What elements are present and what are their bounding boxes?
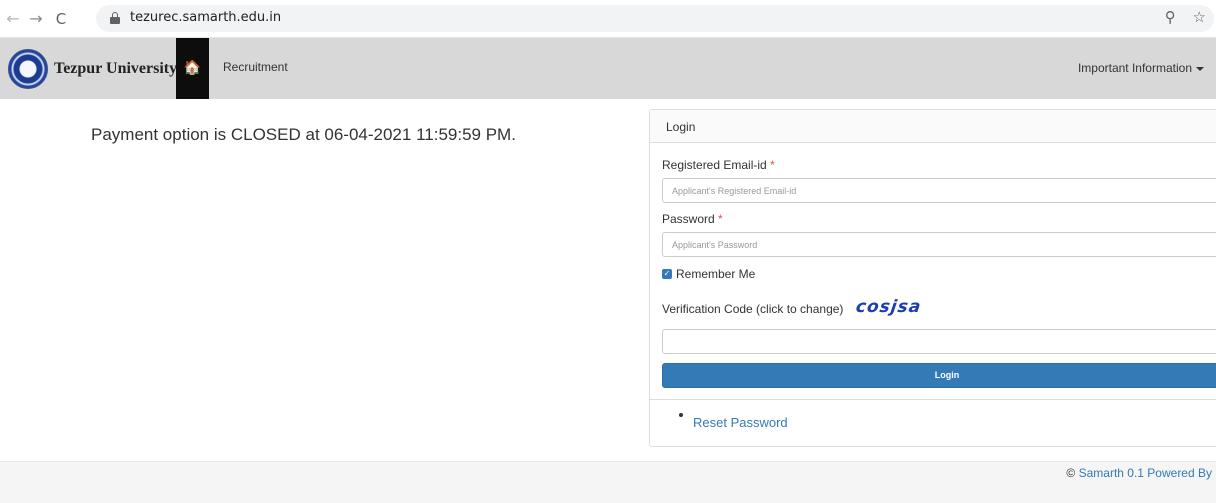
dropdown-label: Important Information <box>1077 61 1192 75</box>
zoom-icon[interactable]: ⚲ <box>1165 8 1176 26</box>
remember-me-label[interactable]: Remember Me <box>676 267 755 281</box>
email-label: Registered Email-id * <box>662 158 775 172</box>
caret-down-icon <box>1196 66 1204 71</box>
panel-title: Login <box>666 120 696 134</box>
reload-icon[interactable]: C <box>52 9 70 29</box>
divider <box>650 399 1216 400</box>
verification-code-field[interactable] <box>662 329 1216 354</box>
footer-credit[interactable]: © Samarth 0.1 Powered By <box>1066 466 1212 480</box>
forward-arrow-icon[interactable]: → <box>27 9 45 29</box>
university-logo <box>8 49 48 89</box>
address-bar[interactable]: tezurec.samarth.edu.in ⚲ ☆ <box>96 5 1214 32</box>
brand-name[interactable]: Tezpur University <box>54 60 177 78</box>
browser-toolbar: ← → C tezurec.samarth.edu.in ⚲ ☆ <box>0 0 1216 38</box>
url-text[interactable]: tezurec.samarth.edu.in <box>130 10 281 25</box>
back-arrow-icon[interactable]: ← <box>4 9 22 29</box>
password-field[interactable] <box>662 232 1216 257</box>
password-label: Password * <box>662 212 723 226</box>
verification-label: Verification Code (click to change) <box>662 302 844 316</box>
required-mark: * <box>718 212 723 226</box>
brand[interactable]: Tezpur University <box>8 47 177 91</box>
copyright-symbol: © <box>1066 466 1076 480</box>
lock-icon[interactable] <box>110 12 120 24</box>
home-button[interactable]: 🏠 <box>176 38 209 99</box>
payment-closed-notice: Payment option is CLOSED at 06-04-2021 1… <box>91 125 516 144</box>
bullet <box>679 413 683 417</box>
top-navbar: Tezpur University 🏠 Recruitment Importan… <box>0 38 1216 99</box>
important-information-dropdown[interactable]: Important Information <box>1078 61 1204 75</box>
login-button[interactable]: Login <box>662 363 1216 388</box>
reset-password-link[interactable]: Reset Password <box>693 415 788 430</box>
home-icon: 🏠 <box>183 60 202 76</box>
email-field[interactable] <box>662 178 1216 203</box>
captcha-image[interactable]: cosjsa <box>855 297 923 317</box>
footer: © Samarth 0.1 Powered By <box>0 461 1216 503</box>
remember-me-checkbox[interactable]: ✓ <box>662 269 672 279</box>
required-mark: * <box>770 158 775 172</box>
footer-text[interactable]: Samarth 0.1 Powered By <box>1079 466 1212 480</box>
login-panel: Login Registered Email-id * Password * ✓… <box>649 109 1216 447</box>
nav-link-recruitment[interactable]: Recruitment <box>223 60 288 74</box>
panel-heading: Login <box>650 110 1216 143</box>
bookmark-star-icon[interactable]: ☆ <box>1193 8 1206 26</box>
